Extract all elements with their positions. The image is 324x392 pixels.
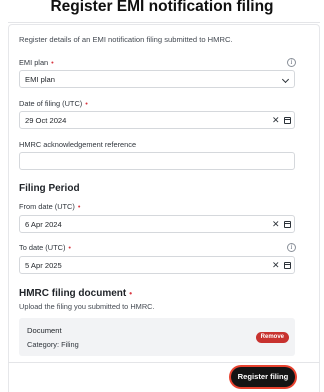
date-of-filing-input[interactable]: 29 Oct 2024 ✕ xyxy=(19,111,295,129)
hmrc-reference-input[interactable] xyxy=(19,152,295,170)
clear-icon[interactable]: ✕ xyxy=(272,114,280,126)
emi-plan-label: EMI plan • xyxy=(19,58,54,67)
document-heading-text: HMRC filing document xyxy=(19,288,127,299)
footer-divider xyxy=(8,362,320,363)
from-date-label: From date (UTC) • xyxy=(19,202,80,211)
document-card: Document Category: Filing Remove xyxy=(19,318,295,356)
required-marker: • xyxy=(77,202,81,211)
calendar-icon[interactable] xyxy=(284,117,291,124)
emi-plan-label-text: EMI plan xyxy=(19,58,49,67)
calendar-icon[interactable] xyxy=(284,262,291,269)
date-of-filing-label: Date of filing (UTC) • xyxy=(19,99,88,108)
to-date-value: 5 Apr 2025 xyxy=(25,261,62,270)
to-date-input[interactable]: 5 Apr 2025 ✕ xyxy=(19,256,295,274)
clear-icon[interactable]: ✕ xyxy=(272,218,280,230)
required-marker: • xyxy=(85,99,88,108)
document-title: Document xyxy=(27,326,62,335)
remove-document-button[interactable]: Remove xyxy=(255,332,289,343)
required-marker: • xyxy=(68,243,72,252)
document-category: Category: Filing xyxy=(27,340,79,349)
to-date-label: To date (UTC) • xyxy=(19,243,71,252)
required-marker: • xyxy=(51,58,54,67)
register-filing-button[interactable]: Register filing xyxy=(231,367,295,387)
to-date-label-text: To date (UTC) xyxy=(19,243,66,252)
intro-text: Register details of an EMI notification … xyxy=(19,35,233,44)
chevron-down-icon[interactable] xyxy=(281,75,290,84)
hmrc-reference-label: HMRC acknowledgement reference xyxy=(19,140,137,149)
required-marker: • xyxy=(129,289,133,298)
from-date-input[interactable]: 6 Apr 2024 ✕ xyxy=(19,215,295,233)
emi-plan-value: EMI plan xyxy=(25,75,55,84)
document-subtext: Upload the filing you submitted to HMRC. xyxy=(19,302,155,311)
date-of-filing-label-text: Date of filing (UTC) xyxy=(19,99,83,108)
from-date-label-text: From date (UTC) xyxy=(19,202,75,211)
emi-plan-select[interactable]: EMI plan xyxy=(19,70,295,88)
page-title: Register EMI notification filing xyxy=(50,0,274,15)
clear-icon[interactable]: ✕ xyxy=(272,259,280,271)
filing-period-heading: Filing Period xyxy=(19,183,80,194)
calendar-icon[interactable] xyxy=(284,221,291,228)
header-divider xyxy=(8,22,320,23)
date-of-filing-value: 29 Oct 2024 xyxy=(25,116,67,125)
info-icon[interactable]: i xyxy=(287,58,296,67)
from-date-value: 6 Apr 2024 xyxy=(25,220,62,229)
info-icon[interactable]: i xyxy=(287,243,296,252)
document-heading: HMRC filing document • xyxy=(19,288,132,299)
